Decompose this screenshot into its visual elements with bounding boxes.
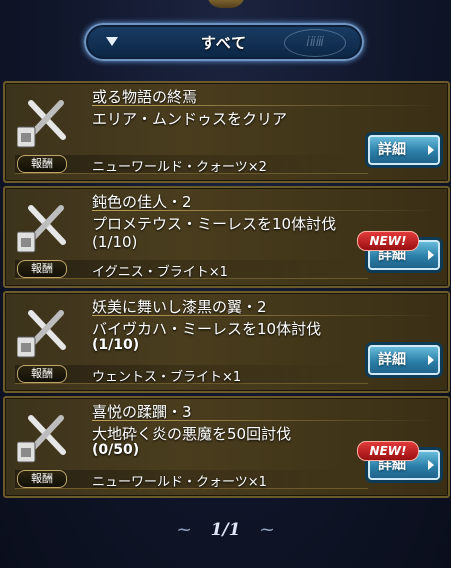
reward-text: ニューワールド・クォーツ×1 xyxy=(92,475,267,490)
mission-description: プロメテウス・ミーレスを10体討伐(1/10) xyxy=(92,215,337,251)
ornament-right-icon: ⁓ xyxy=(260,523,274,538)
emblem-decoration-icon: ⅰⅱⅲ xyxy=(284,29,346,57)
new-badge: NEW! xyxy=(357,231,419,251)
crossed-swords-icon xyxy=(17,310,66,358)
mission-title: 妖美に舞いし漆黒の翼・2 xyxy=(92,298,267,316)
mission-description: エリア・ムンドゥスをクリア xyxy=(92,110,288,128)
top-ornament xyxy=(207,0,245,8)
crossed-swords-icon xyxy=(17,100,66,148)
mission-card: 妖美に舞いし漆黒の翼・2 バイヴカハ・ミーレスを10体討伐 (1/10) 報酬 … xyxy=(3,291,450,393)
detail-button[interactable]: 詳細 xyxy=(368,345,440,375)
detail-button-label: 詳細 xyxy=(378,142,406,158)
mission-progress: (0/50) xyxy=(92,442,140,458)
mission-description: バイヴカハ・ミーレスを10体討伐 xyxy=(92,320,322,338)
mission-card: 喜悦の蹂躙・3 大地砕く炎の悪魔を50回討伐 (0/50) 報酬 ニューワールド… xyxy=(3,396,450,498)
filter-dropdown[interactable]: すべて ⅰⅱⅲ xyxy=(84,23,364,61)
reward-tag: 報酬 xyxy=(17,155,67,173)
pagination: ⁓ 1/1 ⁓ xyxy=(0,520,451,540)
reward-text: ウェントス・ブライト×1 xyxy=(92,370,242,385)
page-indicator: 1/1 xyxy=(210,520,241,540)
title-divider xyxy=(92,210,438,211)
arrow-right-icon xyxy=(428,250,434,260)
detail-button-label: 詳細 xyxy=(378,352,406,368)
mission-card: 鈍色の佳人・2 プロメテウス・ミーレスを10体討伐(1/10) 報酬 イグニス・… xyxy=(3,186,450,288)
ornament-left-icon: ⁓ xyxy=(177,523,191,538)
title-divider xyxy=(92,315,438,316)
mission-title: 鈍色の佳人・2 xyxy=(92,193,192,211)
title-divider xyxy=(92,420,438,421)
crossed-swords-icon xyxy=(17,415,66,463)
reward-tag: 報酬 xyxy=(17,260,67,278)
reward-tag: 報酬 xyxy=(17,470,67,488)
arrow-right-icon xyxy=(428,460,434,470)
mission-progress: (1/10) xyxy=(92,337,140,353)
new-badge: NEW! xyxy=(357,441,419,461)
mission-description: 大地砕く炎の悪魔を50回討伐 xyxy=(92,425,292,443)
detail-button[interactable]: 詳細 xyxy=(368,135,440,165)
mission-card: 或る物語の終焉 エリア・ムンドゥスをクリア 報酬 ニューワールド・クォーツ×2 … xyxy=(3,81,450,183)
crossed-swords-icon xyxy=(17,205,66,253)
reward-text: イグニス・ブライト×1 xyxy=(92,265,228,280)
arrow-right-icon xyxy=(428,145,434,155)
title-divider xyxy=(92,105,438,106)
reward-tag: 報酬 xyxy=(17,365,67,383)
mission-title: 或る物語の終焉 xyxy=(92,88,198,106)
reward-text: ニューワールド・クォーツ×2 xyxy=(92,160,267,175)
arrow-right-icon xyxy=(428,355,434,365)
mission-title: 喜悦の蹂躙・3 xyxy=(92,403,192,421)
